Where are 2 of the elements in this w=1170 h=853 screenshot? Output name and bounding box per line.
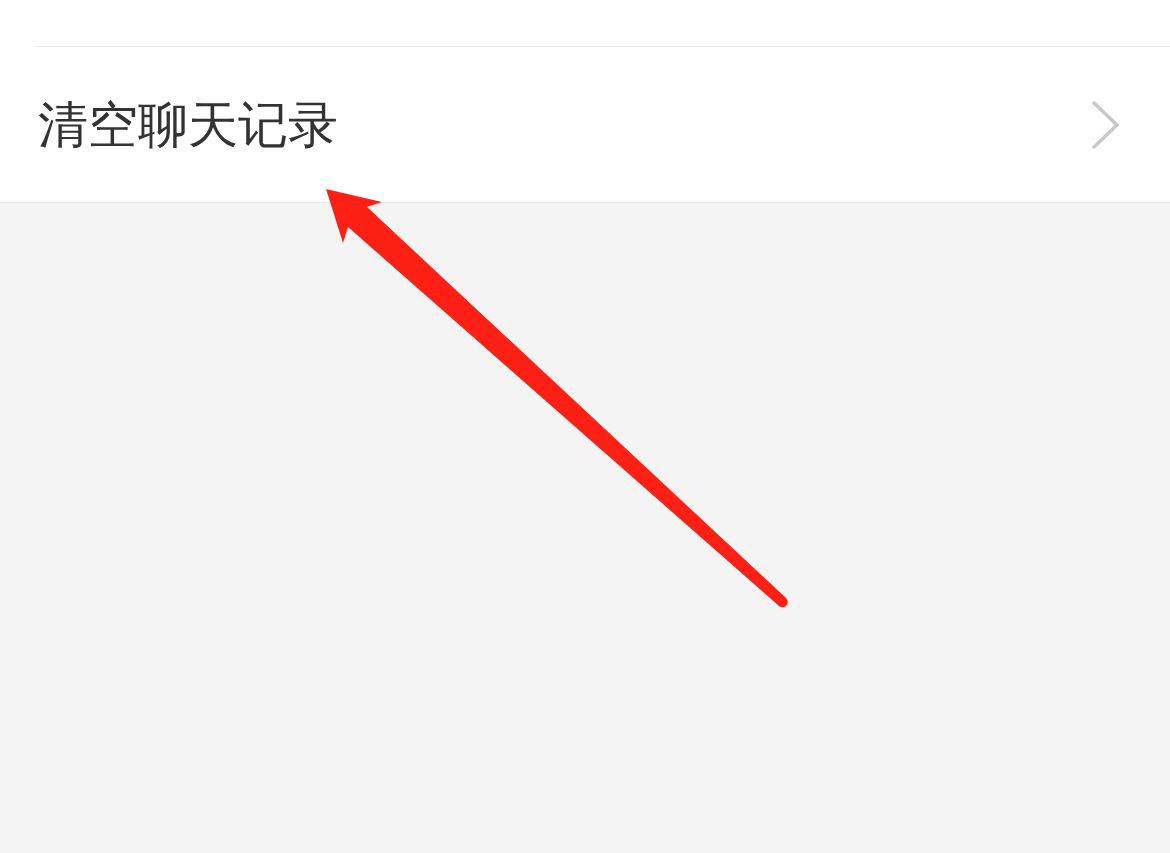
chevron-right-icon xyxy=(1092,100,1120,149)
arrow-icon xyxy=(326,189,788,609)
